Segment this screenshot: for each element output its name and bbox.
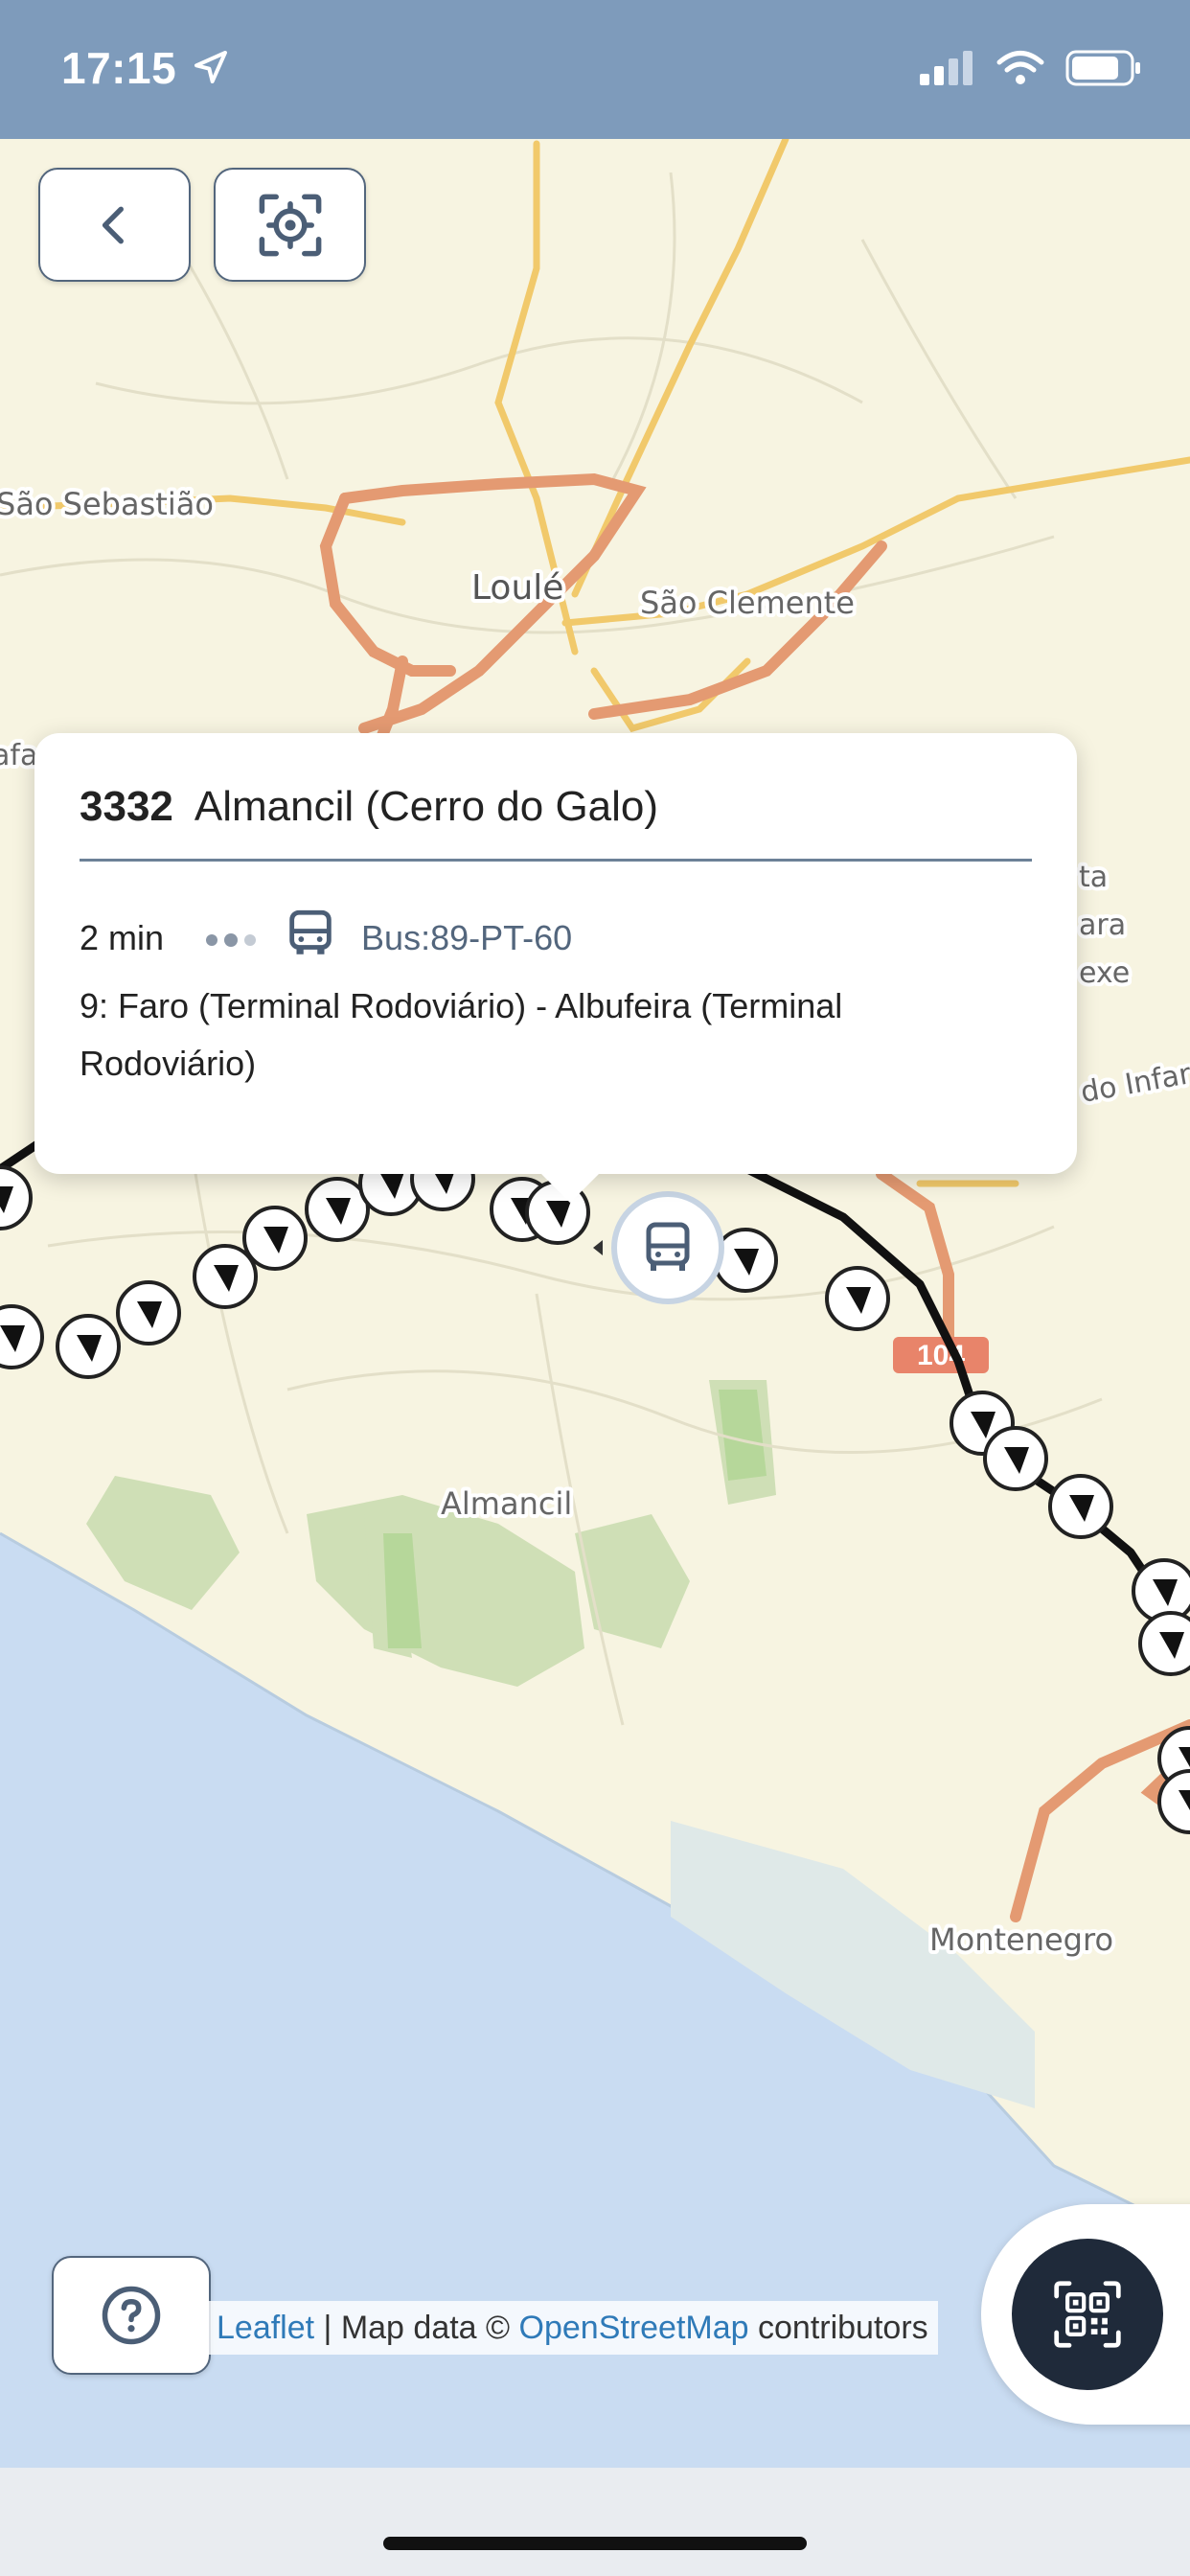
status-bar: 17:15 (0, 0, 1190, 139)
wifi-icon (996, 50, 1044, 91)
location-arrow-icon (192, 48, 230, 91)
qr-code-icon (1054, 2281, 1121, 2348)
route-description: 9: Faro (Terminal Rodoviário) - Albufeir… (80, 986, 843, 1083)
bus-icon (283, 906, 338, 970)
stop-marker (242, 1206, 308, 1271)
stop-popup[interactable]: 3332 Almancil (Cerro do Galo) 2 min Bus:… (34, 733, 1077, 1203)
stop-code: 3332 (80, 783, 173, 830)
locate-focus-icon (259, 194, 321, 256)
map-canvas: 104 São Sebastião Loulé São Clemente Alm… (0, 139, 1190, 2468)
stop-marker (983, 1426, 1048, 1491)
place-label-loule: Loulé (471, 568, 563, 608)
question-icon (102, 2286, 161, 2345)
stop-marker (713, 1228, 778, 1293)
stop-name: Almancil (Cerro do Galo) (194, 783, 659, 830)
help-button[interactable] (52, 2256, 211, 2375)
place-label-montenegro: Montenegro (929, 1921, 1113, 1958)
chevron-left-icon (102, 206, 124, 243)
place-label-partial-ta: ta (1079, 861, 1108, 894)
back-button[interactable] (38, 168, 191, 282)
status-time: 17:15 (61, 43, 177, 93)
stop-marker (1138, 1611, 1190, 1676)
leaflet-link[interactable]: Leaflet (217, 2310, 314, 2346)
place-label-partial-afa: afa (0, 739, 37, 772)
popup-tip (538, 1170, 603, 1203)
osm-link[interactable]: OpenStreetMap (519, 2310, 749, 2346)
stop-marker (56, 1314, 121, 1379)
attribution-separator: | Map data © (314, 2310, 519, 2346)
popup-arrival-row: 2 min Bus:89-PT-60 (80, 906, 572, 970)
battery-icon (1065, 50, 1142, 91)
place-label-partial-ara: ara (1079, 908, 1126, 942)
place-label-sao-sebastiao: São Sebastião (0, 486, 214, 522)
live-dots-icon (204, 918, 260, 958)
place-label-almancil: Almancil (441, 1485, 572, 1522)
place-label-partial-exe: exe (1079, 956, 1130, 990)
stop-marker (1048, 1474, 1113, 1539)
stop-marker (0, 1304, 44, 1369)
popup-divider (80, 859, 1032, 862)
home-indicator-bar (0, 2468, 1190, 2576)
popup-title: 3332 Almancil (Cerro do Galo) (80, 783, 658, 831)
attribution-suffix: contributors (748, 2310, 928, 2346)
home-indicator[interactable] (383, 2537, 807, 2550)
map-attribution: Leaflet | Map data © OpenStreetMap contr… (207, 2301, 938, 2355)
map-view[interactable]: 104 São Sebastião Loulé São Clemente Alm… (0, 139, 1190, 2468)
locate-button[interactable] (214, 168, 366, 282)
eta-text: 2 min (80, 917, 165, 957)
stop-marker (193, 1244, 258, 1309)
stop-marker (116, 1280, 181, 1346)
vehicle-label[interactable]: Bus:89-PT-60 (361, 918, 572, 958)
signal-icon (920, 51, 975, 90)
qr-scan-button[interactable] (1012, 2239, 1163, 2390)
place-label-sao-clemente: São Clemente (640, 585, 855, 621)
stop-marker (825, 1266, 890, 1331)
